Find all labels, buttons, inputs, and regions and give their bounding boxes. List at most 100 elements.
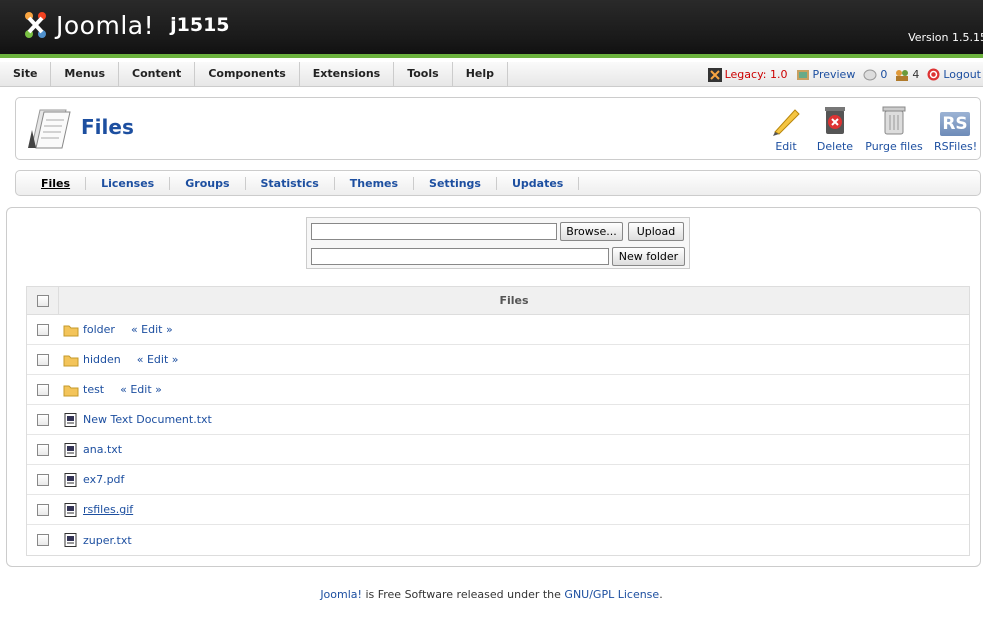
messages-status[interactable]: 0 [863, 68, 887, 81]
new-folder-button[interactable]: New folder [612, 247, 685, 266]
row-checkbox[interactable] [37, 473, 49, 486]
logout-icon [927, 68, 940, 81]
users-icon [896, 69, 909, 81]
legacy-label: Legacy: 1.0 [724, 68, 788, 81]
file-icon [64, 412, 77, 427]
edit-button[interactable]: Edit [768, 104, 804, 153]
files-table: Files folder « Edit » hidden « Edit » test « … [26, 286, 970, 556]
table-row: ana.txt [27, 435, 969, 465]
folder-name-input[interactable] [311, 248, 609, 265]
rsfiles-logo-icon: RS [940, 112, 970, 136]
tab-statistics[interactable]: Statistics [246, 176, 335, 190]
tab-files[interactable]: Files [26, 176, 87, 190]
menu-menus[interactable]: Menus [51, 62, 120, 87]
header-bar: Joomla! j1515 Version 1.5.15 [0, 0, 983, 58]
tab-licenses[interactable]: Licenses [86, 176, 171, 190]
edit-folder-link[interactable]: « Edit » [137, 353, 179, 366]
version-label: Version 1.5.15 [908, 31, 983, 44]
tab-settings[interactable]: Settings [414, 176, 497, 190]
pencil-icon [773, 109, 800, 136]
row-checkbox[interactable] [37, 534, 49, 546]
footer: Joomla! is Free Software released under … [0, 588, 983, 601]
tab-groups[interactable]: Groups [170, 176, 246, 190]
joomla-logo[interactable]: Joomla! j1515 [20, 10, 230, 40]
select-all-checkbox[interactable] [36, 294, 49, 307]
table-row: hidden « Edit » [27, 345, 969, 375]
toolbar-box: Files Edit Delete Purge files RS RSFiles… [15, 97, 981, 160]
table-row: zuper.txt [27, 525, 969, 555]
file-name-link[interactable]: zuper.txt [83, 534, 132, 547]
file-name-link[interactable]: hidden [83, 353, 121, 366]
edit-label: Edit [775, 140, 797, 153]
table-row: rsfiles.gif [27, 495, 969, 525]
logout-link[interactable]: Logout [927, 68, 981, 81]
upload-form: Browse... Upload New folder [306, 217, 690, 269]
tab-themes[interactable]: Themes [335, 176, 415, 190]
browse-button[interactable]: Browse... [560, 222, 623, 241]
table-header: Files [27, 286, 969, 315]
file-icon [64, 472, 77, 487]
files-column-header: Files [499, 294, 529, 307]
file-icon [64, 442, 77, 457]
table-row: ex7.pdf [27, 465, 969, 495]
row-checkbox[interactable] [37, 413, 49, 426]
edit-folder-link[interactable]: « Edit » [120, 383, 162, 396]
file-name-link[interactable]: ana.txt [83, 443, 122, 456]
tab-updates[interactable]: Updates [497, 176, 580, 190]
users-count: 4 [912, 68, 920, 81]
purge-files-label: Purge files [865, 140, 923, 153]
rsfiles-button[interactable]: RS RSFiles! [934, 104, 978, 153]
file-path-input[interactable] [311, 223, 557, 240]
menu-components[interactable]: Components [195, 62, 300, 87]
messages-icon [863, 69, 877, 80]
messages-count: 0 [880, 68, 888, 81]
table-row: New Text Document.txt [27, 405, 969, 435]
file-name-link[interactable]: folder [83, 323, 115, 336]
rsfiles-label: RSFiles! [934, 140, 978, 153]
joomla-link[interactable]: Joomla! [320, 588, 362, 601]
row-checkbox[interactable] [37, 503, 49, 516]
edit-folder-link[interactable]: « Edit » [131, 323, 173, 336]
page-title: Files [81, 115, 134, 139]
legacy-status: Legacy: 1.0 [707, 67, 788, 82]
file-name-link[interactable]: New Text Document.txt [83, 413, 212, 426]
purge-files-button[interactable]: Purge files [864, 104, 924, 153]
row-checkbox[interactable] [37, 323, 49, 336]
file-icon [64, 533, 77, 547]
menu-tools[interactable]: Tools [394, 62, 453, 87]
menu-content[interactable]: Content [119, 62, 196, 87]
upload-button[interactable]: Upload [628, 222, 684, 241]
sub-menu: Files Licenses Groups Statistics Themes … [15, 170, 981, 196]
file-name-link[interactable]: test [83, 383, 104, 396]
footer-text: is Free Software released under the [361, 588, 565, 601]
menu-extensions[interactable]: Extensions [300, 62, 395, 87]
brand-name: Joomla! [56, 10, 155, 40]
row-checkbox[interactable] [37, 443, 49, 456]
file-name-link[interactable]: rsfiles.gif [83, 503, 133, 516]
status-bar: Legacy: 1.0 Preview 0 4 Logout [707, 62, 981, 87]
files-header-icon [28, 109, 71, 149]
menu-site[interactable]: Site [0, 62, 52, 87]
preview-icon [796, 69, 809, 80]
delete-icon [825, 107, 845, 134]
site-name: j1515 [170, 14, 230, 36]
delete-label: Delete [816, 140, 854, 153]
joomla-logo-icon [25, 12, 46, 38]
folder-icon [63, 325, 79, 336]
legacy-icon [707, 67, 722, 82]
row-checkbox[interactable] [37, 383, 49, 396]
logout-label: Logout [943, 68, 981, 81]
delete-button[interactable]: Delete [816, 104, 854, 153]
preview-label: Preview [812, 68, 856, 81]
trash-icon [882, 106, 906, 135]
menu-help[interactable]: Help [453, 62, 508, 87]
users-status[interactable]: 4 [895, 68, 919, 81]
preview-link[interactable]: Preview [796, 68, 856, 81]
table-row: test « Edit » [27, 375, 969, 405]
footer-end: . [659, 588, 663, 601]
row-checkbox[interactable] [37, 353, 49, 366]
folder-icon [63, 385, 79, 396]
file-name-link[interactable]: ex7.pdf [83, 473, 124, 486]
gpl-license-link[interactable]: GNU/GPL License [564, 588, 659, 601]
folder-icon [63, 355, 79, 366]
